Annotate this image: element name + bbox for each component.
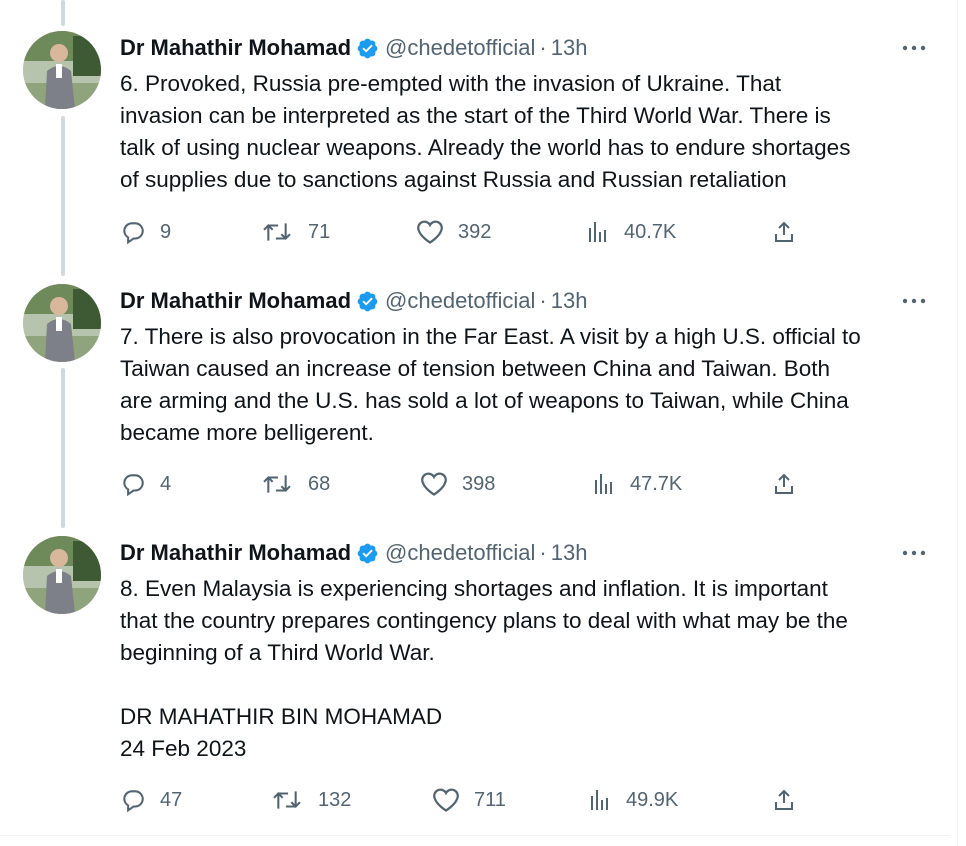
divider [957,0,958,846]
like-count: 711 [474,788,506,811]
retweet-icon [263,223,291,241]
retweet-count: 71 [308,220,331,243]
views-button[interactable]: 40.7K [586,215,676,249]
share-button[interactable] [772,215,810,249]
tweet-header: Dr Mahathir Mohamad @chedetofficial · 13… [120,284,587,318]
tweet-actions: 9 71 392 40.7K [120,215,820,249]
more-icon[interactable] [902,31,926,65]
more-icon[interactable] [902,536,926,570]
reply-count: 47 [160,788,183,811]
separator: · [539,288,547,313]
tweet-actions: 47 132 711 49.9K [120,783,820,817]
author-handle[interactable]: @chedetofficial [385,35,535,61]
like-count: 398 [462,472,496,495]
retweet-icon [273,791,301,809]
tweet-actions: 4 68 398 47.7K [120,467,820,501]
share-button[interactable] [772,467,810,501]
timestamp[interactable]: 13h [551,35,588,61]
like-button[interactable]: 711 [432,783,506,817]
retweet-icon [263,475,291,493]
separator: · [539,35,547,60]
like-icon [417,220,443,244]
thread-line [61,116,65,276]
tweet-text: 6. Provoked, Russia pre-empted with the … [120,71,851,192]
like-icon [433,788,459,812]
views-icon [595,474,612,494]
reply-icon [123,474,144,497]
retweet-button[interactable]: 71 [260,215,330,249]
views-count: 47.7K [630,472,683,495]
like-count: 392 [458,220,492,243]
thread-line [61,0,65,26]
thread-line [61,368,65,528]
share-icon [775,473,793,494]
views-button[interactable]: 49.9K [588,783,678,817]
share-icon [775,789,793,810]
tweet-header: Dr Mahathir Mohamad @chedetofficial · 13… [120,31,587,65]
verified-icon [356,290,379,313]
reply-icon [123,222,144,245]
verified-icon [356,37,379,60]
tweet-text: 8. Even Malaysia is experiencing shortag… [120,576,848,761]
more-icon[interactable] [902,284,926,318]
reply-count: 4 [160,472,172,495]
reply-button[interactable]: 47 [120,783,182,817]
author-handle[interactable]: @chedetofficial [385,288,535,314]
reply-button[interactable]: 4 [120,467,171,501]
author-name[interactable]: Dr Mahathir Mohamad [120,288,351,314]
author-name[interactable]: Dr Mahathir Mohamad [120,35,351,61]
timestamp[interactable]: 13h [551,540,588,566]
views-icon [589,222,606,242]
like-button[interactable]: 392 [416,215,491,249]
like-icon [421,472,447,496]
like-button[interactable]: 398 [420,467,495,501]
timestamp[interactable]: 13h [551,288,588,314]
views-icon [591,790,608,810]
retweet-count: 68 [308,472,331,495]
views-count: 49.9K [626,788,679,811]
avatar[interactable] [23,284,101,362]
share-icon [775,221,793,242]
retweet-button[interactable]: 68 [260,467,330,501]
reply-icon [123,790,144,813]
tweet-header: Dr Mahathir Mohamad @chedetofficial · 13… [120,536,587,570]
author-name[interactable]: Dr Mahathir Mohamad [120,540,351,566]
verified-icon [356,542,379,565]
avatar[interactable] [23,31,101,109]
views-count: 40.7K [624,220,677,243]
avatar[interactable] [23,536,101,614]
separator: · [539,540,547,565]
views-button[interactable]: 47.7K [592,467,682,501]
tweet-text: 7. There is also provocation in the Far … [120,324,861,445]
author-handle[interactable]: @chedetofficial [385,540,535,566]
retweet-count: 132 [318,788,352,811]
share-button[interactable] [772,783,810,817]
retweet-button[interactable]: 132 [270,783,351,817]
divider [0,835,950,836]
reply-count: 9 [160,220,172,243]
reply-button[interactable]: 9 [120,215,171,249]
